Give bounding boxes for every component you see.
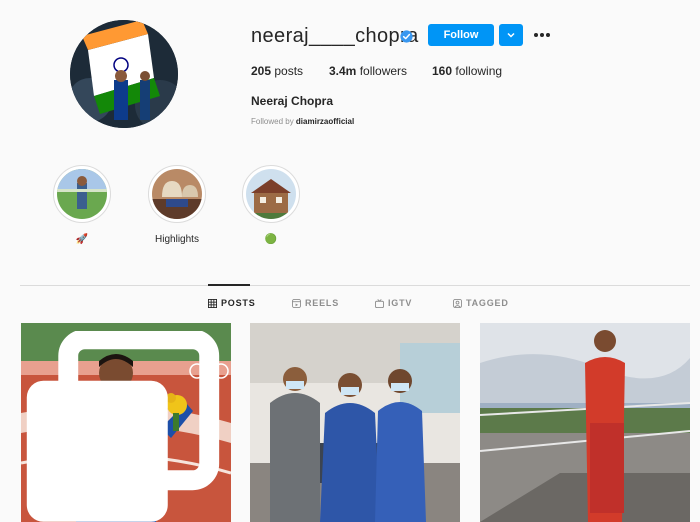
post-2-image xyxy=(250,323,460,522)
reels-icon xyxy=(292,298,301,308)
tab-igtv-label: IGTV xyxy=(388,298,413,308)
highlight-1-label: 🚀 xyxy=(75,234,89,245)
tab-posts[interactable]: POSTS xyxy=(208,298,256,308)
tab-igtv[interactable]: IGTV xyxy=(375,298,412,308)
following-count-label: following xyxy=(455,64,503,78)
grid-icon xyxy=(208,298,217,308)
post-1[interactable] xyxy=(21,323,231,522)
tab-reels-label: REELS xyxy=(305,298,340,308)
tab-tagged-label: TAGGED xyxy=(466,298,509,308)
followers-count-label: followers xyxy=(359,64,408,78)
following-count[interactable]: 160 following xyxy=(432,64,502,78)
highlight-1-thumbnail xyxy=(57,169,107,219)
following-count-value: 160 xyxy=(432,64,453,78)
tab-posts-label: POSTS xyxy=(221,298,256,308)
post-3-image xyxy=(480,323,690,522)
posts-count-label: posts xyxy=(274,64,304,78)
highlight-3-thumbnail xyxy=(246,169,296,219)
more-options-button[interactable] xyxy=(533,27,551,43)
verified-badge-icon xyxy=(400,30,413,43)
highlight-3[interactable] xyxy=(242,165,300,223)
tab-tagged[interactable]: TAGGED xyxy=(453,298,509,308)
tabs-divider xyxy=(20,285,690,286)
followers-count[interactable]: 3.4m followers xyxy=(329,64,407,78)
posts-count: 205 posts xyxy=(251,64,303,78)
follow-button[interactable]: Follow xyxy=(428,24,494,46)
highlight-2-thumbnail xyxy=(152,169,202,219)
highlight-1[interactable] xyxy=(53,165,111,223)
active-tab-indicator xyxy=(208,284,250,286)
highlight-3-label: 🟢 xyxy=(264,234,278,245)
followed-by-text[interactable]: Followed by diamirzaofficial xyxy=(251,117,354,126)
followed-by-prefix: Followed by xyxy=(251,117,294,126)
igtv-icon xyxy=(375,298,384,308)
highlight-2-label: Highlights xyxy=(155,234,199,245)
posts-count-value: 205 xyxy=(251,64,272,78)
chevron-down-icon xyxy=(507,32,515,38)
highlight-2[interactable] xyxy=(148,165,206,223)
profile-avatar[interactable] xyxy=(70,20,178,128)
tagged-icon xyxy=(453,298,462,308)
more-options-icon xyxy=(534,33,550,37)
profile-username: neeraj____chopra xyxy=(251,25,419,47)
suggestions-dropdown-button[interactable] xyxy=(499,24,523,46)
post-2[interactable] xyxy=(250,323,460,522)
profile-full-name: Neeraj Chopra xyxy=(251,94,334,108)
followed-by-account: diamirzaofficial xyxy=(295,117,355,126)
post-3[interactable] xyxy=(480,323,690,522)
avatar-image xyxy=(70,20,178,128)
tab-reels[interactable]: REELS xyxy=(292,298,339,308)
followers-count-value: 3.4m xyxy=(329,64,357,78)
carousel-icon xyxy=(26,331,220,522)
